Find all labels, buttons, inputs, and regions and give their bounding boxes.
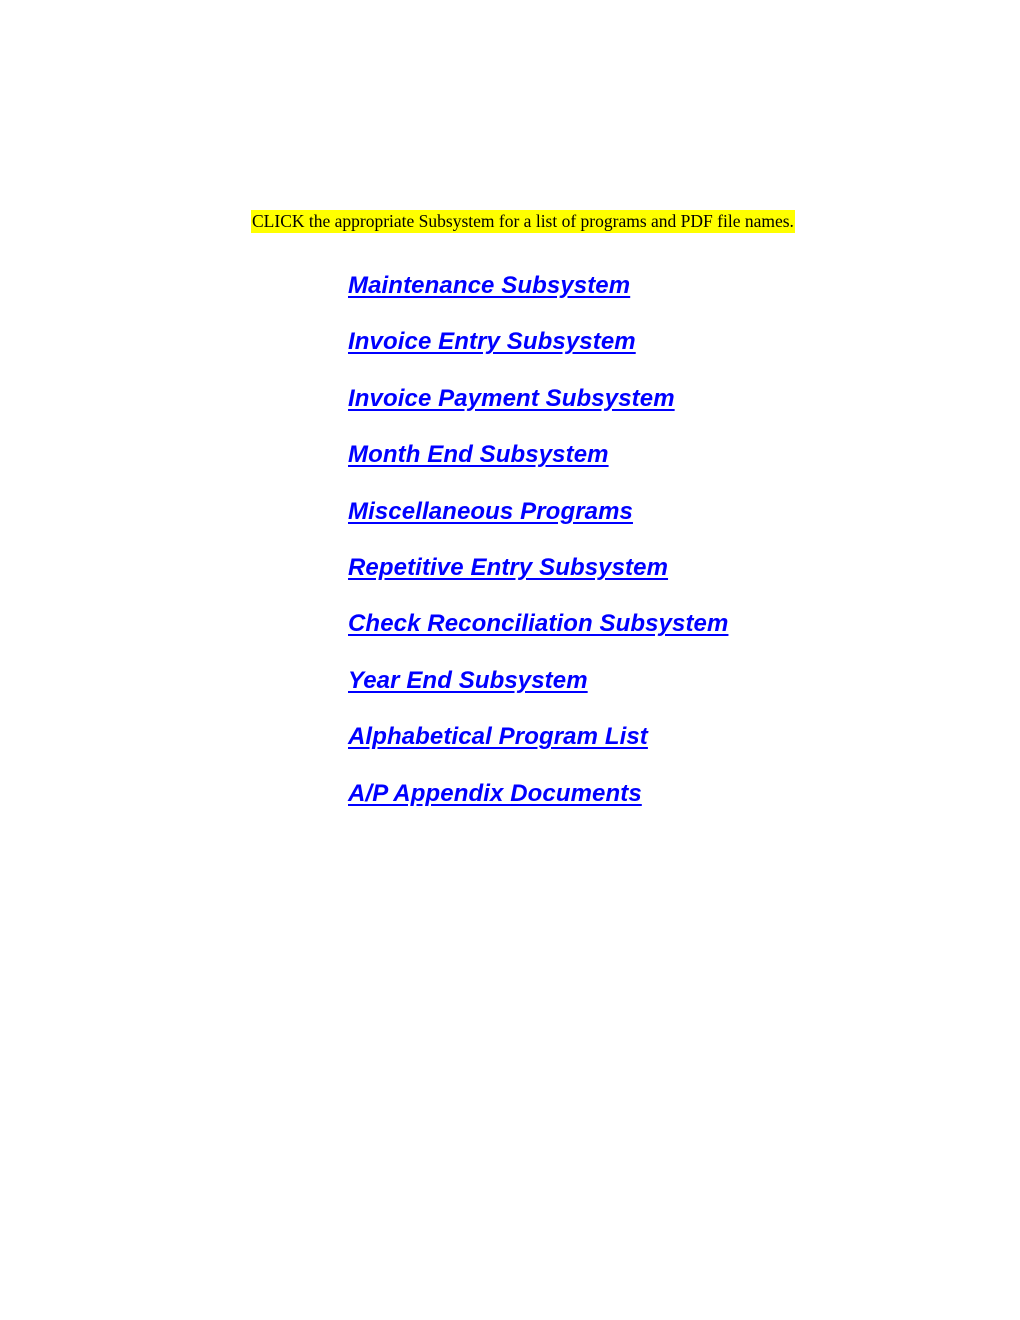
list-item: Repetitive Entry Subsystem bbox=[348, 554, 968, 610]
list-item: Year End Subsystem bbox=[348, 667, 968, 723]
instruction-banner: CLICK the appropriate Subsystem for a li… bbox=[251, 210, 795, 233]
link-alphabetical-program-list[interactable]: Alphabetical Program List bbox=[348, 723, 648, 751]
list-item: Month End Subsystem bbox=[348, 441, 968, 497]
link-miscellaneous-programs[interactable]: Miscellaneous Programs bbox=[348, 498, 633, 526]
link-repetitive-entry-subsystem[interactable]: Repetitive Entry Subsystem bbox=[348, 554, 668, 582]
link-invoice-entry-subsystem[interactable]: Invoice Entry Subsystem bbox=[348, 328, 636, 356]
list-item: Invoice Entry Subsystem bbox=[348, 328, 968, 384]
list-item: Check Reconciliation Subsystem bbox=[348, 610, 968, 666]
link-invoice-payment-subsystem[interactable]: Invoice Payment Subsystem bbox=[348, 385, 675, 413]
list-item: Alphabetical Program List bbox=[348, 723, 968, 779]
link-check-reconciliation-subsystem[interactable]: Check Reconciliation Subsystem bbox=[348, 610, 728, 638]
instruction-text: CLICK the appropriate Subsystem for a li… bbox=[251, 210, 795, 233]
list-item: Invoice Payment Subsystem bbox=[348, 385, 968, 441]
document-page: CLICK the appropriate Subsystem for a li… bbox=[0, 0, 1020, 1320]
list-item: A/P Appendix Documents bbox=[348, 780, 968, 836]
list-item: Miscellaneous Programs bbox=[348, 498, 968, 554]
link-maintenance-subsystem[interactable]: Maintenance Subsystem bbox=[348, 272, 630, 300]
link-year-end-subsystem[interactable]: Year End Subsystem bbox=[348, 667, 588, 695]
list-item: Maintenance Subsystem bbox=[348, 272, 968, 328]
link-month-end-subsystem[interactable]: Month End Subsystem bbox=[348, 441, 609, 469]
subsystem-link-list: Maintenance Subsystem Invoice Entry Subs… bbox=[348, 272, 968, 836]
link-ap-appendix-documents[interactable]: A/P Appendix Documents bbox=[348, 780, 642, 808]
